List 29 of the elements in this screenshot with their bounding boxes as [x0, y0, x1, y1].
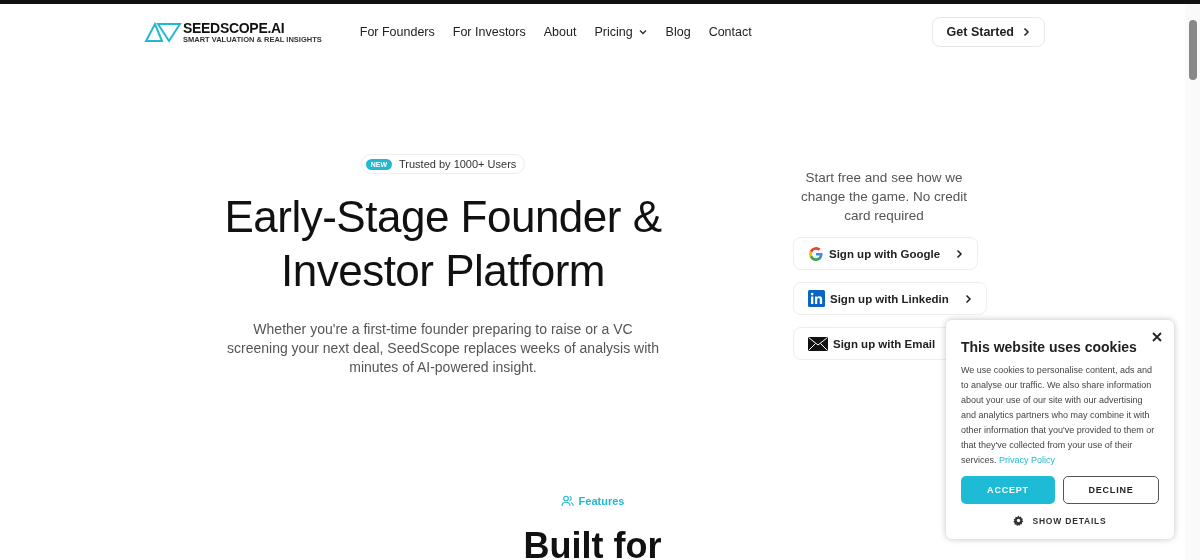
envelope-icon [808, 336, 828, 351]
logo-name: SEEDSCOPE.AI [183, 20, 286, 35]
badge-text: Trusted by 1000+ Users [399, 158, 517, 170]
nav-link[interactable]: For Investors [452, 25, 526, 39]
features-heading: Built for [523, 525, 662, 560]
get-started-button[interactable]: Get Started [931, 17, 1045, 47]
nav-link[interactable]: About [543, 25, 577, 39]
show-details-button[interactable]: SHOW DETAILS [1007, 514, 1113, 527]
signup-button[interactable]: Sign up with Google [793, 237, 979, 270]
cookie-text: We use cookies to personalise content, ads and to analyse our traffic. We also share information about your use of our site with our advertising and analytics partners who may combine it with other information that you've provided to them or that they've collected from your use of their services. Privacy Policy [961, 364, 1156, 467]
nav-link[interactable]: Pricing [594, 25, 648, 39]
signup-intro: Start free and see how we change the game. No credit card required [800, 169, 968, 225]
gear-icon [1013, 515, 1025, 526]
hero-subtitle: Whether you're a first-time founder preparing to raise or a VC screening your next deal, SeedScope replaces weeks of analysis with minutes of AI-powered insight. [226, 320, 660, 377]
cookie-title: This website uses cookies [961, 339, 1138, 355]
decline-button[interactable]: DECLINE [1063, 476, 1159, 504]
nav-link[interactable]: Contact [708, 25, 752, 39]
nav-link[interactable]: Blog [665, 25, 691, 39]
linkedin-icon [808, 290, 825, 307]
users-icon [560, 495, 574, 507]
features-label: Features [578, 495, 625, 507]
chevron-right-icon [1022, 27, 1030, 37]
scrollbar[interactable] [1185, 4, 1200, 560]
google-icon [808, 245, 824, 262]
close-button[interactable] [1150, 330, 1164, 344]
hero-title: Early-Stage Founder & Investor Platform [223, 191, 663, 297]
nav-link[interactable]: For Founders [359, 25, 435, 39]
signup-button[interactable]: Sign up with Linkedin [793, 282, 987, 315]
logo-icon [144, 21, 182, 43]
